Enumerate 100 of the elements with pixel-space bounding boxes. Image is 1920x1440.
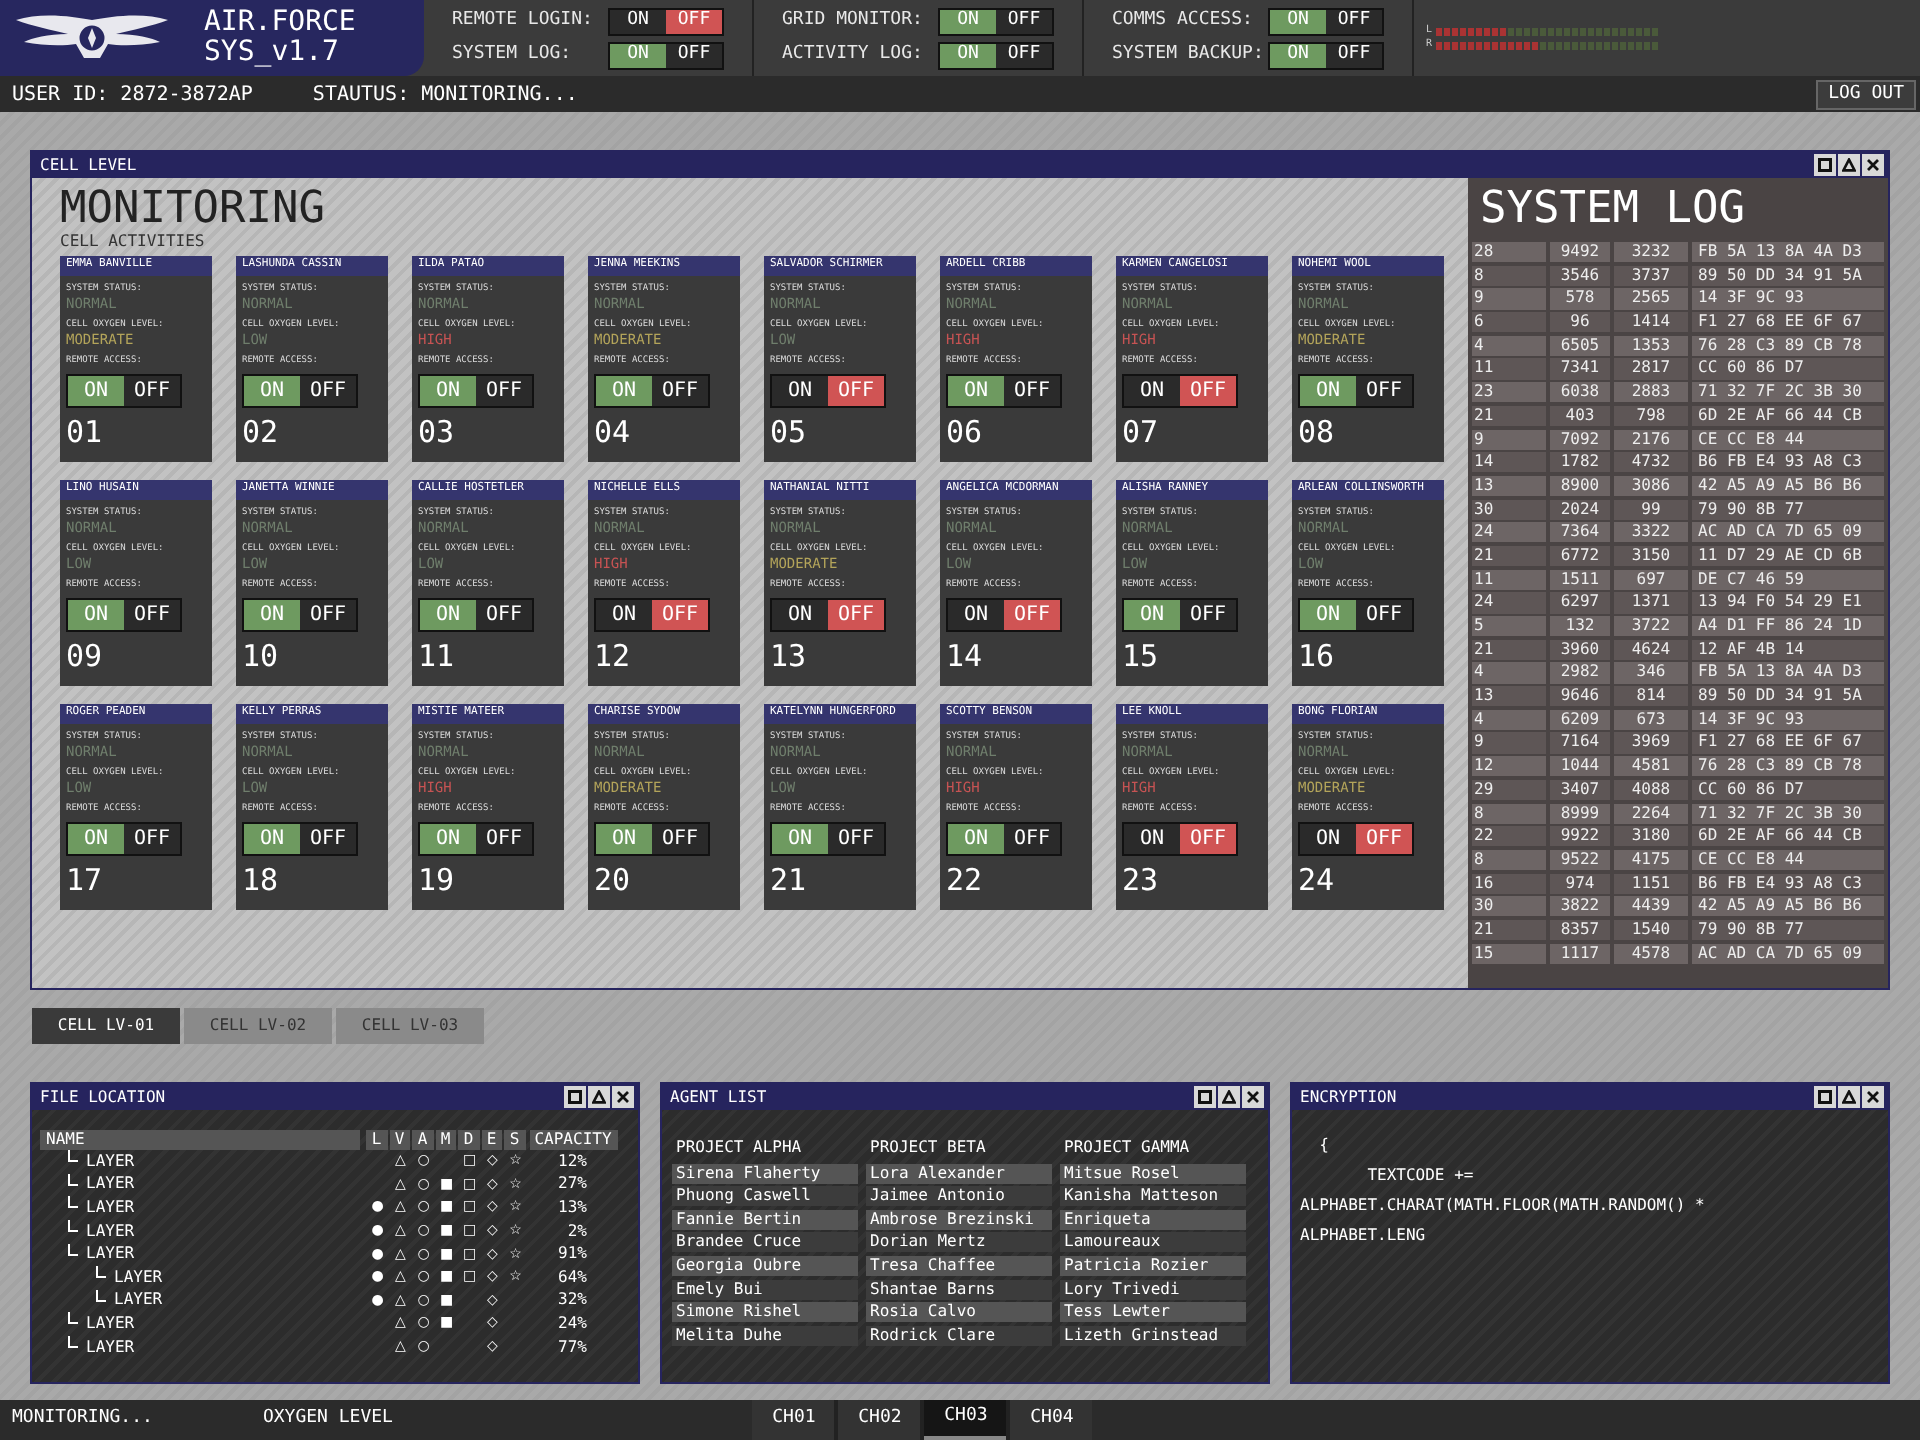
on-button[interactable]: ON	[1300, 824, 1356, 854]
agent-name[interactable]: Sirena Flaherty	[672, 1163, 858, 1184]
on-off-switch[interactable]: ON OFF	[66, 822, 182, 856]
off-button[interactable]: OFF	[124, 376, 180, 406]
on-off-switch[interactable]: ON OFF	[418, 598, 534, 632]
on-off-switch[interactable]: ON OFF	[66, 374, 182, 408]
minimize-button[interactable]	[588, 1086, 610, 1108]
logout-button[interactable]: LOG OUT	[1816, 79, 1916, 109]
off-button[interactable]: OFF	[996, 43, 1052, 67]
off-button[interactable]: OFF	[300, 600, 356, 630]
agent-name[interactable]: Enriqueta	[1060, 1209, 1246, 1230]
close-button[interactable]	[1862, 154, 1884, 176]
on-off-switch[interactable]: ON OFF	[594, 598, 710, 632]
on-off-switch[interactable]: ON OFF	[1122, 822, 1238, 856]
channel-tab[interactable]: CH04	[1010, 1400, 1093, 1440]
agent-name[interactable]: Patricia Rozier	[1060, 1255, 1246, 1276]
cell-level-tab[interactable]: CELL LV-01	[32, 1008, 180, 1044]
agent-name[interactable]: Rodrick Clare	[866, 1325, 1052, 1346]
agent-name[interactable]: Mitsue Rosel	[1060, 1163, 1246, 1184]
on-off-switch[interactable]: ON OFF	[1268, 7, 1384, 35]
on-off-switch[interactable]: ON OFF	[594, 822, 710, 856]
on-off-switch[interactable]: ON OFF	[608, 41, 724, 69]
maximize-button[interactable]	[1814, 1086, 1836, 1108]
off-button[interactable]: OFF	[828, 600, 884, 630]
on-off-switch[interactable]: ON OFF	[1298, 822, 1414, 856]
on-off-switch[interactable]: ON OFF	[946, 822, 1062, 856]
on-button[interactable]: ON	[1124, 824, 1180, 854]
off-button[interactable]: OFF	[828, 376, 884, 406]
off-button[interactable]: OFF	[1004, 376, 1060, 406]
off-button[interactable]: OFF	[476, 600, 532, 630]
on-off-switch[interactable]: ON OFF	[242, 598, 358, 632]
agent-name[interactable]: Melita Duhe	[672, 1325, 858, 1346]
on-button[interactable]: ON	[1124, 376, 1180, 406]
agent-name[interactable]: Lory Trivedi	[1060, 1279, 1246, 1300]
off-button[interactable]: OFF	[1326, 9, 1382, 33]
agent-name[interactable]: Phuong Caswell	[672, 1186, 858, 1207]
on-button[interactable]: ON	[610, 9, 666, 33]
channel-tab[interactable]: CH03	[924, 1400, 1007, 1440]
on-off-switch[interactable]: ON OFF	[770, 598, 886, 632]
off-button[interactable]: OFF	[666, 43, 722, 67]
on-off-switch[interactable]: ON OFF	[770, 822, 886, 856]
off-button[interactable]: OFF	[1180, 600, 1236, 630]
agent-name[interactable]: Georgia Oubre	[672, 1255, 858, 1276]
close-button[interactable]	[1862, 1086, 1884, 1108]
off-button[interactable]: OFF	[1180, 824, 1236, 854]
off-button[interactable]: OFF	[1356, 376, 1412, 406]
agent-name[interactable]: Rosia Calvo	[866, 1302, 1052, 1323]
off-button[interactable]: OFF	[652, 376, 708, 406]
maximize-button[interactable]	[564, 1086, 586, 1108]
on-off-switch[interactable]: ON OFF	[770, 374, 886, 408]
off-button[interactable]: OFF	[1326, 43, 1382, 67]
on-off-switch[interactable]: ON OFF	[608, 7, 724, 35]
on-off-switch[interactable]: ON OFF	[938, 7, 1054, 35]
off-button[interactable]: OFF	[1004, 600, 1060, 630]
off-button[interactable]: OFF	[124, 824, 180, 854]
on-off-switch[interactable]: ON OFF	[418, 374, 534, 408]
on-off-switch[interactable]: ON OFF	[938, 41, 1054, 69]
on-off-switch[interactable]: ON OFF	[1268, 41, 1384, 69]
agent-name[interactable]: Shantae Barns	[866, 1279, 1052, 1300]
on-off-switch[interactable]: ON OFF	[946, 598, 1062, 632]
on-button[interactable]: ON	[948, 600, 1004, 630]
on-button[interactable]: ON	[596, 600, 652, 630]
minimize-button[interactable]	[1838, 1086, 1860, 1108]
on-off-switch[interactable]: ON OFF	[242, 374, 358, 408]
agent-name[interactable]: Brandee Cruce	[672, 1232, 858, 1253]
off-button[interactable]: OFF	[996, 9, 1052, 33]
agent-name[interactable]: Lora Alexander	[866, 1163, 1052, 1184]
agent-name[interactable]: Ambrose Brezinski	[866, 1209, 1052, 1230]
on-off-switch[interactable]: ON OFF	[594, 374, 710, 408]
on-off-switch[interactable]: ON OFF	[242, 822, 358, 856]
on-button[interactable]: ON	[772, 376, 828, 406]
on-off-switch[interactable]: ON OFF	[1122, 598, 1238, 632]
close-button[interactable]	[612, 1086, 634, 1108]
off-button[interactable]: OFF	[652, 824, 708, 854]
agent-name[interactable]: Simone Rishel	[672, 1302, 858, 1323]
off-button[interactable]: OFF	[1004, 824, 1060, 854]
agent-name[interactable]: Jaimee Antonio	[866, 1186, 1052, 1207]
on-off-switch[interactable]: ON OFF	[66, 598, 182, 632]
on-off-switch[interactable]: ON OFF	[418, 822, 534, 856]
minimize-button[interactable]	[1218, 1086, 1240, 1108]
agent-name[interactable]: Lizeth Grinstead	[1060, 1325, 1246, 1346]
off-button[interactable]: OFF	[300, 824, 356, 854]
agent-name[interactable]: Kanisha Matteson	[1060, 1186, 1246, 1207]
agent-name[interactable]: Dorian Mertz	[866, 1232, 1052, 1253]
close-button[interactable]	[1242, 1086, 1264, 1108]
off-button[interactable]: OFF	[1356, 824, 1412, 854]
off-button[interactable]: OFF	[1180, 376, 1236, 406]
off-button[interactable]: OFF	[652, 600, 708, 630]
cell-level-tab[interactable]: CELL LV-03	[336, 1008, 484, 1044]
off-button[interactable]: OFF	[476, 824, 532, 854]
minimize-button[interactable]	[1838, 154, 1860, 176]
off-button[interactable]: OFF	[828, 824, 884, 854]
maximize-button[interactable]	[1814, 154, 1836, 176]
on-off-switch[interactable]: ON OFF	[946, 374, 1062, 408]
on-off-switch[interactable]: ON OFF	[1298, 374, 1414, 408]
agent-name[interactable]: Tess Lewter	[1060, 1302, 1246, 1323]
agent-name[interactable]: Lamoureaux	[1060, 1232, 1246, 1253]
cell-level-tab[interactable]: CELL LV-02	[184, 1008, 332, 1044]
on-off-switch[interactable]: ON OFF	[1298, 598, 1414, 632]
off-button[interactable]: OFF	[124, 600, 180, 630]
